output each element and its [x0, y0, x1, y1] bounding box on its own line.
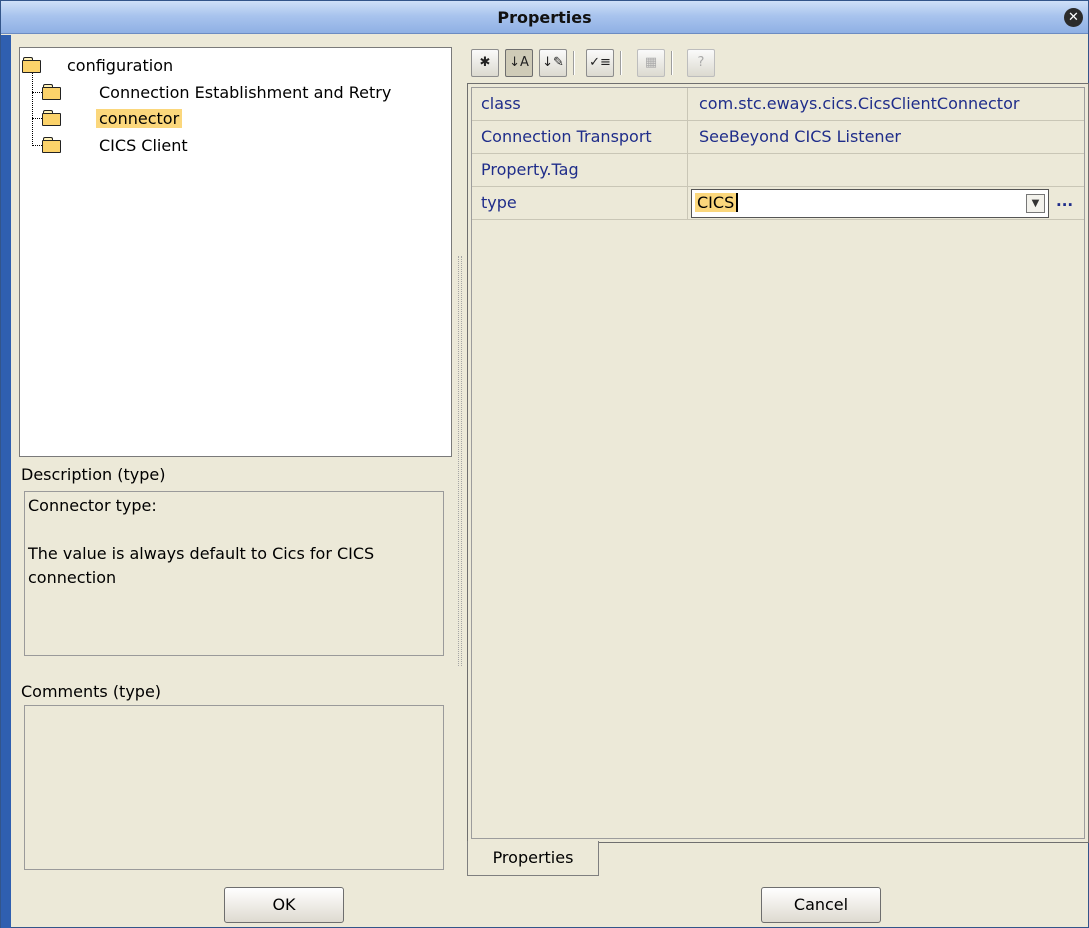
toolbar-separator [573, 51, 575, 75]
tree-item-label: configuration [67, 56, 174, 75]
property-name: Property.Tag [472, 154, 688, 187]
description-line-2: The value is always default to Cics for … [28, 544, 375, 587]
custom-editor-icon[interactable]: ▦ [637, 49, 665, 77]
property-sheet: class com.stc.eways.cics.CicsClientConne… [467, 83, 1089, 843]
sort-type-icon[interactable]: ↓✎ [539, 49, 567, 77]
tree-item-label: Connection Establishment and Retry [99, 83, 392, 102]
toolbar-separator [620, 51, 622, 75]
property-row-type[interactable]: type CICS ▼ ... [472, 187, 1084, 220]
description-label: Description (type) [21, 465, 166, 484]
help-icon[interactable]: ? [687, 49, 715, 77]
cancel-button[interactable]: Cancel [761, 887, 881, 923]
close-icon[interactable]: ✕ [1064, 8, 1083, 27]
type-value[interactable]: CICS [695, 193, 739, 212]
property-name: Connection Transport [472, 121, 688, 154]
chevron-down-icon[interactable]: ▼ [1026, 194, 1045, 213]
property-row-connection-transport[interactable]: Connection Transport SeeBeyond CICS List… [472, 121, 1084, 154]
property-row-class[interactable]: class com.stc.eways.cics.CicsClientConne… [472, 88, 1084, 121]
ok-button[interactable]: OK [224, 887, 344, 923]
property-name: type [472, 187, 688, 220]
folder-icon [22, 57, 41, 73]
property-row-property-tag[interactable]: Property.Tag [472, 154, 1084, 187]
type-combobox[interactable]: CICS ▼ [691, 189, 1049, 218]
window-left-border [1, 35, 11, 928]
configuration-tree[interactable]: configuration Connection Establishment a… [19, 47, 452, 457]
properties-dialog: Properties ✕ configuration Connection Es… [0, 0, 1089, 928]
property-table: class com.stc.eways.cics.CicsClientConne… [471, 87, 1085, 839]
folder-icon [42, 110, 61, 126]
comments-label: Comments (type) [21, 682, 162, 701]
property-value[interactable]: com.stc.eways.cics.CicsClientConnector [689, 88, 1084, 121]
property-name: class [472, 88, 688, 121]
tab-properties[interactable]: Properties [467, 841, 599, 876]
description-box: Connector type: The value is always defa… [24, 491, 444, 656]
description-line-1: Connector type: [28, 496, 157, 515]
window-title: Properties [497, 8, 592, 27]
sort-az-icon[interactable]: ↓A [505, 49, 533, 77]
comments-box[interactable] [24, 705, 444, 870]
property-value[interactable]: SeeBeyond CICS Listener [689, 121, 1084, 154]
categorized-icon[interactable]: ✱ [471, 49, 499, 77]
splitter-handle[interactable] [458, 256, 462, 666]
toolbar-separator [671, 51, 673, 75]
tree-item-label: CICS Client [99, 136, 188, 155]
ellipsis-button[interactable]: ... [1056, 192, 1073, 210]
tree-item-label: connector [96, 109, 183, 128]
folder-icon [42, 84, 61, 100]
folder-icon [42, 137, 61, 153]
checklist-icon[interactable]: ✓≡ [586, 49, 614, 77]
property-value[interactable] [689, 154, 1084, 187]
title-bar[interactable]: Properties ✕ [1, 1, 1088, 34]
